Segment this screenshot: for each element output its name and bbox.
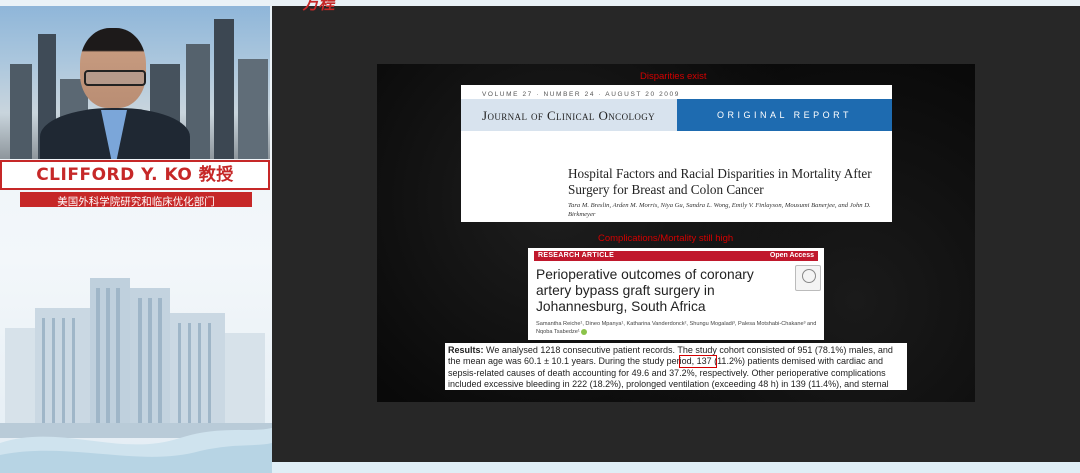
report-type-band: ORIGINAL REPORT bbox=[677, 99, 892, 131]
research-article-card: RESEARCH ARTICLE Open Access Perioperati… bbox=[528, 248, 824, 340]
speaker-panel: CLIFFORD Y. KO 教授 美国外科学院研究和临床优化部门 bbox=[0, 0, 272, 473]
results-lead: Results: bbox=[448, 345, 484, 355]
glasses-icon bbox=[84, 70, 146, 86]
journal-meta: VOLUME 27 · NUMBER 24 · AUGUST 20 2009 bbox=[482, 91, 680, 98]
speaker-name-bar: CLIFFORD Y. KO 教授 bbox=[0, 160, 270, 190]
wave-decoration bbox=[0, 428, 272, 473]
research-authors-text: Samantha Reiche¹, Dineo Mpanya¹, Kathari… bbox=[536, 321, 817, 335]
research-article-title: Perioperative outcomes of coronary arter… bbox=[536, 267, 754, 314]
hospital-illustration bbox=[0, 278, 272, 438]
speaker-head bbox=[80, 28, 146, 108]
speaker-name: CLIFFORD Y. KO 教授 bbox=[36, 165, 234, 185]
speaker-title: 美国外科学院研究和临床优化部门 bbox=[57, 196, 215, 208]
research-article-bar: RESEARCH ARTICLE Open Access bbox=[534, 251, 818, 261]
open-access-label: Open Access bbox=[769, 252, 814, 259]
journal-name-band: Journal of Clinical Oncology bbox=[461, 99, 677, 131]
check-for-updates-icon bbox=[795, 265, 821, 291]
report-type: ORIGINAL REPORT bbox=[716, 110, 853, 120]
overlay-title: 万程 bbox=[302, 0, 338, 13]
results-text-block: Results: We analysed 1218 consecutive pa… bbox=[448, 345, 904, 390]
research-article-label: RESEARCH ARTICLE bbox=[538, 252, 615, 259]
results-excerpt: Results: We analysed 1218 consecutive pa… bbox=[445, 343, 907, 390]
speaker-title-bar: 美国外科学院研究和临床优化部门 bbox=[20, 192, 252, 208]
slide-label-complications: Complications/Mortality still high bbox=[598, 233, 734, 244]
orcid-icon bbox=[581, 328, 588, 335]
speaker-video bbox=[0, 6, 270, 159]
jco-article-card: VOLUME 27 · NUMBER 24 · AUGUST 20 2009 J… bbox=[461, 85, 892, 222]
jco-article-authors: Tara M. Breslin, Arden M. Morris, Niya G… bbox=[568, 202, 871, 218]
research-article-authors: Samantha Reiche¹, Dineo Mpanya¹, Kathari… bbox=[536, 320, 821, 336]
results-body: We analysed 1218 consecutive patient rec… bbox=[448, 345, 893, 390]
journal-name: Journal of Clinical Oncology bbox=[482, 108, 656, 123]
slide-label-disparities: Disparities exist bbox=[640, 71, 707, 82]
jco-article-title: Hospital Factors and Racial Disparities … bbox=[568, 166, 872, 197]
mortality-highlight-box bbox=[679, 355, 717, 368]
